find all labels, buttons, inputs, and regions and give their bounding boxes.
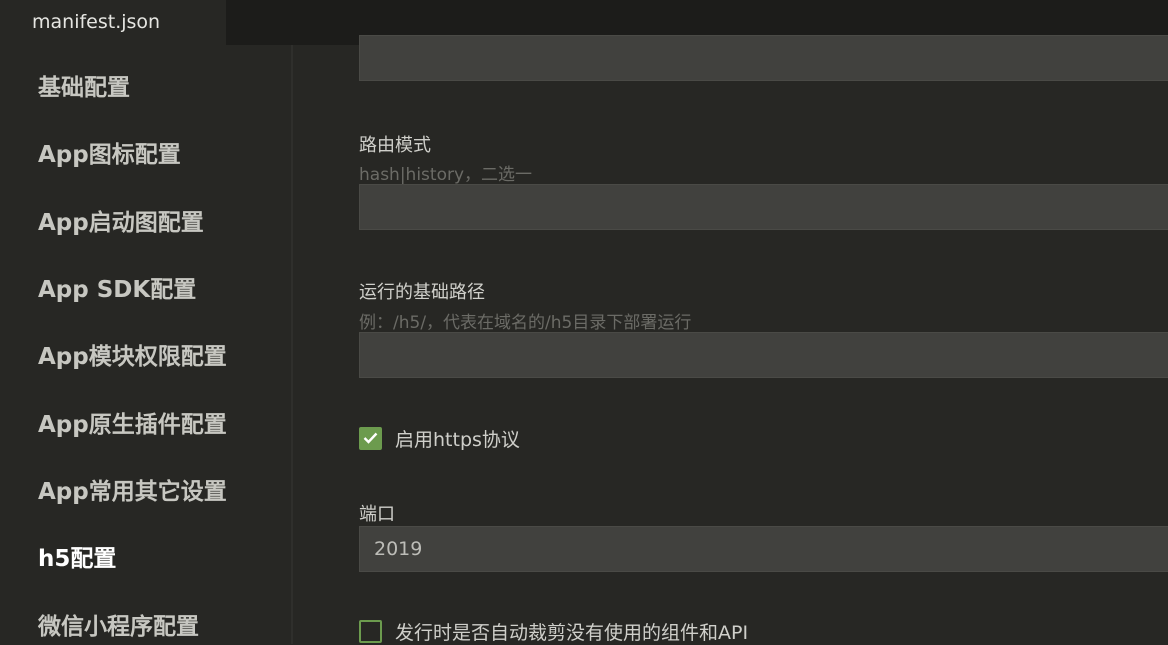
- sidebar-item-app-other-settings[interactable]: App常用其它设置: [38, 475, 227, 509]
- sidebar-item-app-icon[interactable]: App图标配置: [38, 138, 181, 172]
- sidebar-item-app-permissions[interactable]: App模块权限配置: [38, 340, 227, 374]
- sidebar-item-app-splash[interactable]: App启动图配置: [38, 206, 204, 240]
- base-path-hint: 例：/h5/，代表在域名的/h5目录下部署运行: [359, 313, 692, 333]
- https-checkbox[interactable]: [359, 426, 382, 450]
- https-checkbox-row[interactable]: 启用https协议: [359, 426, 520, 451]
- base-path-input[interactable]: [359, 332, 1168, 378]
- sidebar-item-basic[interactable]: 基础配置: [38, 71, 130, 105]
- tab-manifest-json[interactable]: manifest.json: [0, 0, 226, 45]
- router-mode-input[interactable]: [359, 184, 1168, 230]
- settings-panel: 路由模式 hash|history，二选一 运行的基础路径 例：/h5/，代表在…: [295, 35, 1168, 644]
- https-label: 启用https协议: [395, 428, 520, 451]
- port-input[interactable]: 2019: [359, 526, 1168, 572]
- router-mode-label: 路由模式: [359, 135, 431, 156]
- port-label: 端口: [359, 504, 395, 525]
- sidebar-item-app-sdk[interactable]: App SDK配置: [38, 273, 196, 307]
- treeshake-checkbox[interactable]: [359, 619, 382, 643]
- treeshake-checkbox-row[interactable]: 发行时是否自动裁剪没有使用的组件和API: [359, 619, 749, 644]
- top-input[interactable]: [359, 35, 1168, 81]
- sidebar-item-h5[interactable]: h5配置: [38, 542, 116, 576]
- sidebar-item-wechat-miniprogram[interactable]: 微信小程序配置: [38, 610, 199, 644]
- base-path-label: 运行的基础路径: [359, 282, 485, 303]
- sidebar-item-app-native-plugins[interactable]: App原生插件配置: [38, 408, 227, 442]
- sidebar: 基础配置 App图标配置 App启动图配置 App SDK配置 App模块权限配…: [0, 45, 293, 644]
- router-mode-hint: hash|history，二选一: [359, 165, 533, 185]
- check-icon: [363, 432, 378, 444]
- treeshake-label: 发行时是否自动裁剪没有使用的组件和API: [395, 621, 749, 644]
